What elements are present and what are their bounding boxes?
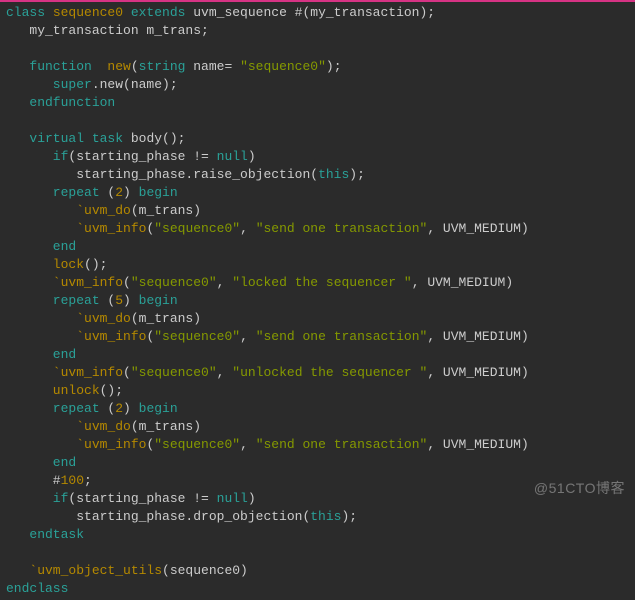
uvm-do-arg: (m_trans) bbox=[131, 311, 201, 326]
punc: ); bbox=[326, 59, 342, 74]
punc: , bbox=[217, 275, 233, 290]
uvm-do: `uvm_do bbox=[6, 419, 131, 434]
num-100: 100 bbox=[61, 473, 84, 488]
punc: , bbox=[240, 329, 256, 344]
punc: ); bbox=[349, 167, 365, 182]
punc: ) bbox=[123, 293, 139, 308]
punc: ) bbox=[123, 401, 139, 416]
punc: ( bbox=[131, 59, 139, 74]
str-locked: "locked the sequencer " bbox=[232, 275, 411, 290]
kw-extends: extends bbox=[131, 5, 193, 20]
punc: (); bbox=[100, 383, 123, 398]
kw-this: this bbox=[310, 509, 341, 524]
watermark: @51CTO博客 bbox=[534, 479, 625, 497]
uvm-do-arg: (m_trans) bbox=[131, 419, 201, 434]
uvm-utils: `uvm_object_utils bbox=[6, 563, 162, 578]
delay-hash: # bbox=[6, 473, 61, 488]
kw-this: this bbox=[318, 167, 349, 182]
punc: (); bbox=[84, 257, 107, 272]
kw-task: task bbox=[92, 131, 131, 146]
kw-end: end bbox=[6, 347, 76, 362]
punc: , bbox=[217, 365, 233, 380]
lock-call: lock bbox=[6, 257, 84, 272]
str-seq0: "sequence0" bbox=[154, 221, 240, 236]
raise-obj: starting_phase.raise_objection( bbox=[6, 167, 318, 182]
str-send: "send one transaction" bbox=[256, 329, 428, 344]
str-seq0: "sequence0" bbox=[131, 275, 217, 290]
task-body: body(); bbox=[131, 131, 186, 146]
punc: ) bbox=[123, 185, 139, 200]
kw-begin: begin bbox=[139, 185, 178, 200]
num-2: 2 bbox=[115, 185, 123, 200]
uvm-utils-arg: (sequence0) bbox=[162, 563, 248, 578]
uvm-medium: , UVM_MEDIUM) bbox=[412, 275, 513, 290]
extends-type: uvm_sequence #(my_transaction); bbox=[193, 5, 435, 20]
uvm-do-arg: (m_trans) bbox=[131, 203, 201, 218]
num-5: 5 bbox=[115, 293, 123, 308]
uvm-info: `uvm_info bbox=[6, 365, 123, 380]
kw-begin: begin bbox=[139, 293, 178, 308]
uvm-medium: , UVM_MEDIUM) bbox=[427, 221, 528, 236]
punc: ); bbox=[341, 509, 357, 524]
unlock-call: unlock bbox=[6, 383, 100, 398]
kw-endclass: endclass bbox=[6, 581, 68, 596]
kw-repeat: repeat bbox=[6, 185, 107, 200]
punc: , bbox=[240, 221, 256, 236]
kw-function: function bbox=[6, 59, 107, 74]
member-decl: my_transaction m_trans; bbox=[6, 23, 209, 38]
param-name: name= bbox=[193, 59, 240, 74]
uvm-info: `uvm_info bbox=[6, 329, 146, 344]
kw-if: if bbox=[6, 491, 68, 506]
uvm-medium: , UVM_MEDIUM) bbox=[427, 365, 528, 380]
func-new: new bbox=[107, 59, 130, 74]
kw-end: end bbox=[6, 455, 76, 470]
str-seq0: "sequence0" bbox=[154, 329, 240, 344]
if-cond: (starting_phase != bbox=[68, 491, 216, 506]
punc: ( bbox=[123, 365, 131, 380]
punc: ; bbox=[84, 473, 92, 488]
kw-repeat: repeat bbox=[6, 293, 107, 308]
uvm-medium: , UVM_MEDIUM) bbox=[427, 329, 528, 344]
kw-string: string bbox=[139, 59, 194, 74]
kw-super: super bbox=[6, 77, 92, 92]
kw-if: if bbox=[6, 149, 68, 164]
uvm-info: `uvm_info bbox=[6, 437, 146, 452]
kw-endtask: endtask bbox=[6, 527, 84, 542]
uvm-info: `uvm_info bbox=[6, 275, 123, 290]
uvm-do: `uvm_do bbox=[6, 311, 131, 326]
str-sequence0: "sequence0" bbox=[240, 59, 326, 74]
str-send: "send one transaction" bbox=[256, 221, 428, 236]
uvm-do: `uvm_do bbox=[6, 203, 131, 218]
str-send: "send one transaction" bbox=[256, 437, 428, 452]
classname: sequence0 bbox=[53, 5, 131, 20]
punc: ( bbox=[123, 275, 131, 290]
punc: ) bbox=[248, 491, 256, 506]
punc: , bbox=[240, 437, 256, 452]
kw-null: null bbox=[217, 491, 248, 506]
kw-endfunction: endfunction bbox=[6, 95, 115, 110]
uvm-medium: , UVM_MEDIUM) bbox=[427, 437, 528, 452]
super-new: .new(name); bbox=[92, 77, 178, 92]
if-cond: (starting_phase != bbox=[68, 149, 216, 164]
kw-end: end bbox=[6, 239, 76, 254]
kw-begin: begin bbox=[139, 401, 178, 416]
kw-virtual: virtual bbox=[6, 131, 92, 146]
kw-null: null bbox=[217, 149, 248, 164]
num-2: 2 bbox=[115, 401, 123, 416]
drop-obj: starting_phase.drop_objection( bbox=[6, 509, 310, 524]
str-seq0: "sequence0" bbox=[154, 437, 240, 452]
str-unlocked: "unlocked the sequencer " bbox=[232, 365, 427, 380]
str-seq0: "sequence0" bbox=[131, 365, 217, 380]
punc: ) bbox=[248, 149, 256, 164]
kw-repeat: repeat bbox=[6, 401, 107, 416]
kw-class: class bbox=[6, 5, 53, 20]
code-block: class sequence0 extends uvm_sequence #(m… bbox=[0, 2, 635, 600]
uvm-info: `uvm_info bbox=[6, 221, 146, 236]
